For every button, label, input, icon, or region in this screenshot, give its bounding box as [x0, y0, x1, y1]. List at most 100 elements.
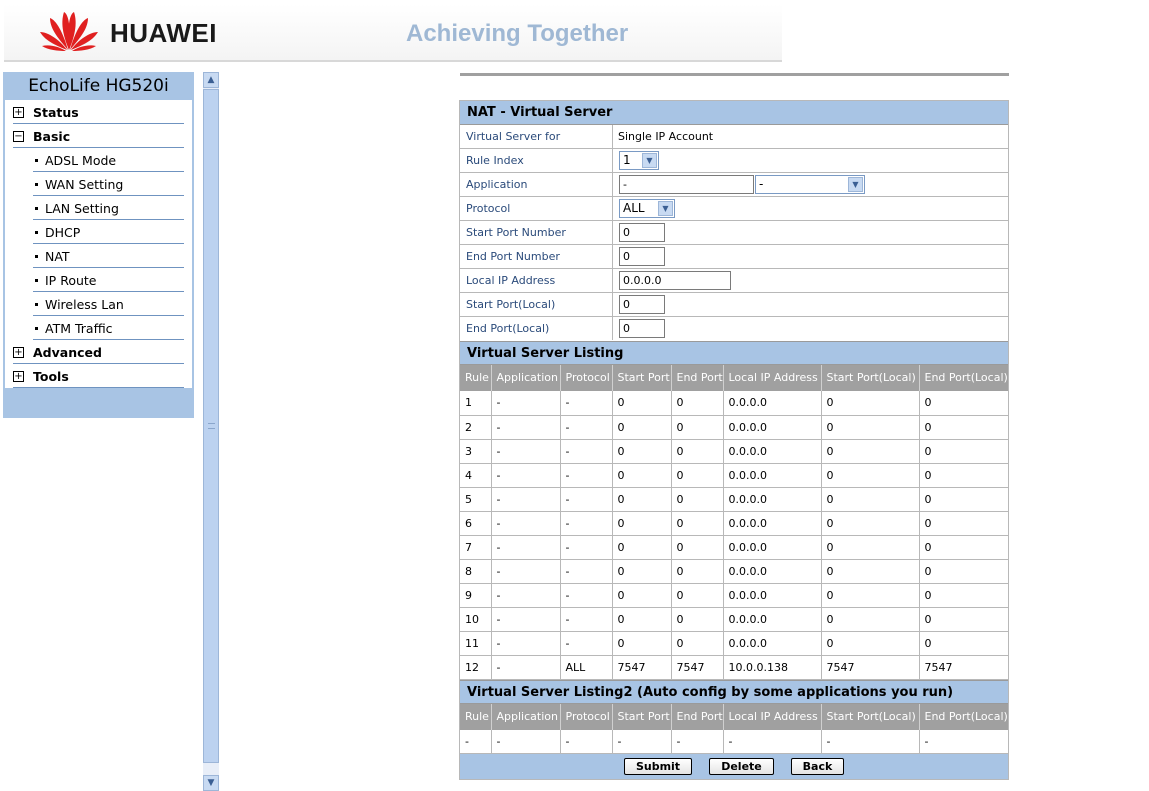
table-cell: 0: [821, 463, 920, 488]
column-header: End Port(Local): [919, 365, 1008, 391]
application-input[interactable]: -: [619, 175, 754, 194]
table-cell: -: [723, 729, 822, 754]
column-header: Start Port: [612, 703, 672, 730]
table-cell: 0: [821, 535, 920, 560]
scrollbar-thumb[interactable]: [203, 89, 219, 763]
column-header: Start Port: [612, 365, 672, 391]
table-cell: 0: [821, 415, 920, 440]
table-cell: 0.0.0.0: [723, 535, 822, 560]
table-row: 10- -0 0 0.0.0.0 0 0: [460, 607, 1008, 632]
table-cell: 0: [919, 559, 1008, 584]
sidebar-item-label: Status: [33, 105, 79, 120]
sidebar-item-atm-traffic[interactable]: ATM Traffic: [33, 318, 184, 340]
protocol-select[interactable]: ALL ▼: [619, 199, 675, 218]
column-header: Protocol: [560, 703, 613, 730]
table-cell: 0.0.0.0: [723, 439, 822, 464]
table-cell: 0: [821, 607, 920, 632]
frame-scrollbar[interactable]: ▲ ▼: [203, 72, 219, 791]
sidebar-item-nat[interactable]: NAT: [33, 246, 184, 268]
sidebar-item-advanced[interactable]: + Advanced: [13, 342, 184, 364]
table-cell: 0: [919, 415, 1008, 440]
table-cell: 7: [460, 535, 492, 560]
sidebar-item-dhcp[interactable]: DHCP: [33, 222, 184, 244]
table-cell: 8: [460, 559, 492, 584]
table-cell: -: [821, 729, 920, 754]
table-cell: 0: [671, 439, 724, 464]
table-cell: -: [560, 439, 613, 464]
table-cell: 0: [919, 463, 1008, 488]
column-header: Local IP Address: [723, 703, 822, 730]
tagline: Achieving Together: [406, 20, 629, 47]
column-header: Rule: [460, 365, 492, 391]
table-cell: 0: [671, 631, 724, 656]
table-cell: 0: [821, 439, 920, 464]
table-row: --------: [460, 729, 1008, 754]
rule-index-select[interactable]: 1 ▼: [619, 151, 659, 170]
column-header: End Port: [671, 365, 724, 391]
sidebar-item-basic[interactable]: − Basic: [13, 126, 184, 148]
table-row: 4- -0 0 0.0.0.0 0 0: [460, 463, 1008, 488]
sidebar-item-lan-setting[interactable]: LAN Setting: [33, 198, 184, 220]
table-cell: 0: [612, 583, 672, 608]
form-row-local-ip: Local IP Address 0.0.0.0: [460, 269, 1008, 293]
table-cell: -: [491, 559, 561, 584]
table-cell: 0: [612, 463, 672, 488]
sidebar-item-tools[interactable]: + Tools: [13, 366, 184, 388]
table-cell: 0: [671, 559, 724, 584]
table-cell: 0: [612, 631, 672, 656]
chevron-down-icon[interactable]: ▼: [642, 153, 657, 168]
expand-icon[interactable]: +: [13, 107, 24, 118]
sidebar-item-adsl-mode[interactable]: ADSL Mode: [33, 150, 184, 172]
virtual-server-listing-table: Rule Application Protocol Start Port End Por…: [460, 365, 1008, 680]
table-cell: 0: [612, 415, 672, 440]
table-cell: 0: [612, 487, 672, 512]
table-cell: 0.0.0.0: [723, 559, 822, 584]
table-cell: 0: [919, 607, 1008, 632]
sidebar-item-wireless-lan[interactable]: Wireless Lan: [33, 294, 184, 316]
table-cell: 0: [671, 607, 724, 632]
sidebar-item-wan-setting[interactable]: WAN Setting: [33, 174, 184, 196]
back-button[interactable]: Back: [791, 758, 844, 775]
table-cell: -: [560, 511, 613, 536]
table-cell: 0: [919, 583, 1008, 608]
table-cell: -: [491, 631, 561, 656]
chevron-up-icon[interactable]: ▲: [203, 72, 219, 88]
column-header: Protocol: [560, 365, 613, 391]
table-cell: -: [560, 583, 613, 608]
expand-icon[interactable]: +: [13, 371, 24, 382]
table-row: 3- -0 0 0.0.0.0 0 0: [460, 439, 1008, 464]
sidebar-item-label: Tools: [33, 369, 69, 384]
end-port-local-input[interactable]: 0: [619, 319, 665, 338]
table-cell: -: [491, 439, 561, 464]
sidebar-item-ip-route[interactable]: IP Route: [33, 270, 184, 292]
table-cell: 0: [821, 487, 920, 512]
collapse-icon[interactable]: −: [13, 131, 24, 142]
start-port-input[interactable]: 0: [619, 223, 665, 242]
chevron-down-icon[interactable]: ▼: [848, 177, 863, 192]
table-row: 12- ALL 7547 7547 10.0.0.138 7547 7547: [460, 655, 1008, 680]
table-cell: 3: [460, 439, 492, 464]
table-cell: 0: [919, 631, 1008, 656]
chevron-down-icon[interactable]: ▼: [203, 775, 219, 791]
brand-name: HUAWEI: [110, 18, 217, 48]
table-cell: 12: [460, 655, 492, 680]
field-label: End Port(Local): [460, 317, 613, 340]
field-label: Start Port Number: [460, 221, 613, 244]
field-label: End Port Number: [460, 245, 613, 268]
local-ip-input[interactable]: 0.0.0.0: [619, 271, 731, 290]
table-cell: 0: [612, 439, 672, 464]
table-cell: -: [491, 487, 561, 512]
delete-button[interactable]: Delete: [709, 758, 774, 775]
expand-icon[interactable]: +: [13, 347, 24, 358]
table-cell: 0.0.0.0: [723, 415, 822, 440]
table-row: 11- -0 0 0.0.0.0 0 0: [460, 631, 1008, 656]
table-cell: 0.0.0.0: [723, 391, 822, 416]
table-cell: -: [491, 535, 561, 560]
table-row: 6- -0 0 0.0.0.0 0 0: [460, 511, 1008, 536]
submit-button[interactable]: Submit: [624, 758, 692, 775]
start-port-local-input[interactable]: 0: [619, 295, 665, 314]
end-port-input[interactable]: 0: [619, 247, 665, 266]
application-select[interactable]: - ▼: [755, 175, 865, 194]
chevron-down-icon[interactable]: ▼: [658, 201, 673, 216]
sidebar-item-status[interactable]: + Status: [13, 102, 184, 124]
